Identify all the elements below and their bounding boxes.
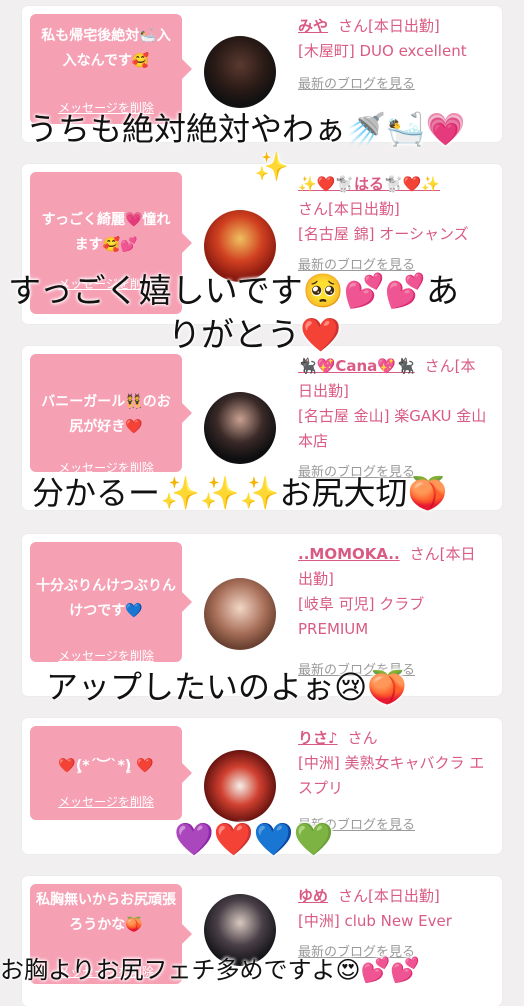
cast-info: 🐈‍⬛💖Cana💖🐈‍⬛ さん[本日出勤] [名古屋 金山] 楽GAKU 金山本店… (298, 354, 488, 485)
cast-name-link[interactable]: 🐈‍⬛💖Cana💖🐈‍⬛ (298, 357, 415, 375)
cast-info: みや さん[本日出勤] [木屋町] DUO excellent 最新のブログを見る (298, 14, 488, 97)
message-text: 十分ぶりんけつぶりんけつです💙 (36, 578, 176, 619)
cast-status: さん[本日出勤] (298, 200, 400, 218)
message-text: 私胸無いからお尻頑張ろうかな🍑 (36, 892, 176, 933)
cast-info: ✨❤️🐩はる🐩❤️✨ さん[本日出勤] [名古屋 錦] オーシャンズ 最新のブロ… (298, 172, 488, 278)
overlay-caption: アップしたいのよぉ😢🍑 (46, 668, 408, 706)
overlay-caption: お胸よりお尻フェチ多めですよ😍💕💕 (0, 956, 421, 984)
latest-blog-link[interactable]: 最新のブログを見る (298, 72, 488, 97)
avatar[interactable] (204, 750, 276, 822)
avatar[interactable] (204, 578, 276, 650)
cast-status: さん (347, 729, 378, 747)
cast-shop: [中洲] club New Ever (298, 912, 452, 930)
cast-status: さん[本日出勤] (338, 17, 440, 35)
avatar[interactable] (204, 36, 276, 108)
overlay-caption: 💜❤️💙💚 (174, 820, 334, 858)
overlay-caption: ✨ (254, 150, 289, 183)
message-text: バニーガール👯のお尻が好き❤️ (41, 394, 171, 435)
message-bubble: バニーガール👯のお尻が好き❤️ メッセージを削除 (30, 354, 192, 475)
overlay-caption: りがとう❤️ (168, 315, 342, 354)
overlay-caption: すっごく嬉しいです🥺💕💕あ (8, 271, 459, 310)
message-text: すっごく綺麗💗憧れます🥰💕 (41, 212, 171, 253)
overlay-caption: うちも絶対絶対やわぁ🚿🛀💗 (26, 110, 466, 148)
cast-name-link[interactable]: ゆめ (298, 887, 328, 905)
cast-shop: [木屋町] DUO excellent (298, 42, 467, 60)
overlay-caption: 分かるー✨✨✨お尻大切🍑 (32, 474, 448, 512)
cast-shop: [名古屋 錦] オーシャンズ (298, 225, 469, 243)
cast-status: さん[本日出勤] (338, 887, 440, 905)
message-card: 私胸無いからお尻頑張ろうかな🍑 メッセージを削除 ゆめ さん[本日出勤] [中洲]… (22, 876, 502, 1006)
cast-name-link[interactable]: ..MOMOKA.. (298, 545, 400, 563)
message-bubble: ❤️ٍ(*´︶`*)ٍ ❤️ メッセージを削除 (30, 726, 192, 820)
message-text: 私も帰宅後絶対🛀入入なんです🥰 (41, 28, 171, 69)
cast-shop: [名古屋 金山] 楽GAKU 金山本店 (298, 407, 487, 450)
cast-name-link[interactable]: りさ♪ (298, 729, 338, 747)
delete-message-link[interactable]: メッセージを削除 (30, 790, 182, 815)
cast-name-link[interactable]: みや (298, 17, 328, 35)
message-text: ❤️ٍ(*´︶`*)ٍ ❤️ (58, 758, 154, 774)
cast-shop: [岐阜 可児] クラブ PREMIUM (298, 595, 425, 638)
message-bubble: 十分ぶりんけつぶりんけつです💙 メッセージを削除 (30, 542, 192, 663)
cast-shop: [中洲] 美熟女キャバクラ エスプリ (298, 754, 485, 797)
avatar[interactable] (204, 392, 276, 464)
